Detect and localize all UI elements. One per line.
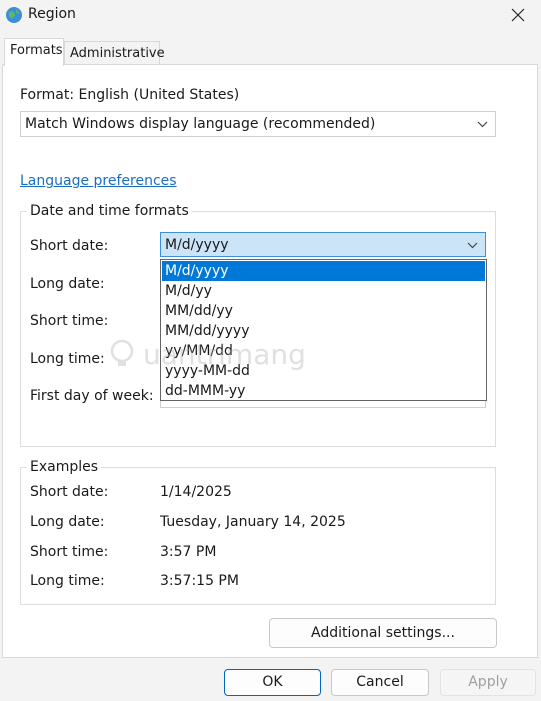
example-long-time-label: Long time: — [30, 573, 105, 589]
dropdown-option[interactable]: yy/MM/dd — [162, 341, 485, 361]
examples-group-title: Examples — [27, 459, 102, 475]
datetime-group-title: Date and time formats — [27, 203, 192, 219]
ok-button[interactable]: OK — [224, 669, 321, 696]
tab-formats[interactable]: Formats — [4, 38, 64, 66]
long-date-label: Long date: — [30, 276, 105, 292]
short-date-label: Short date: — [30, 238, 109, 254]
first-day-label: First day of week: — [30, 388, 154, 404]
dropdown-option[interactable]: MM/dd/yyyy — [162, 321, 485, 341]
dropdown-option[interactable]: MM/dd/yy — [162, 301, 485, 321]
chevron-down-icon — [477, 121, 488, 128]
language-preferences-link[interactable]: Language preferences — [20, 173, 177, 189]
dropdown-option[interactable]: M/d/yyyy — [162, 261, 485, 281]
format-select[interactable]: Match Windows display language (recommen… — [20, 111, 496, 137]
window-title: Region — [28, 6, 76, 22]
example-long-time-value: 3:57:15 PM — [160, 573, 239, 589]
title-bar: Region — [0, 0, 541, 32]
example-long-date-label: Long date: — [30, 514, 105, 530]
dropdown-option[interactable]: dd-MMM-yy — [162, 381, 485, 401]
short-date-select[interactable]: M/d/yyyy — [160, 232, 486, 257]
dropdown-option[interactable]: M/d/yy — [162, 281, 485, 301]
apply-button[interactable]: Apply — [440, 669, 536, 696]
example-short-time-value: 3:57 PM — [160, 544, 217, 560]
additional-settings-button[interactable]: Additional settings... — [269, 618, 497, 648]
cancel-button[interactable]: Cancel — [331, 669, 429, 696]
example-long-date-value: Tuesday, January 14, 2025 — [160, 514, 346, 530]
tab-administrative[interactable]: Administrative — [64, 41, 165, 65]
example-short-date-label: Short date: — [30, 484, 109, 500]
tab-bar: Formats Administrative — [0, 36, 541, 66]
short-time-label: Short time: — [30, 313, 109, 329]
tab-administrative-label: Administrative — [70, 46, 165, 61]
example-short-date-value: 1/14/2025 — [160, 484, 232, 500]
close-icon — [511, 8, 525, 22]
tab-formats-label: Formats — [10, 43, 63, 58]
format-label: Format: English (United States) — [20, 87, 240, 103]
long-time-label: Long time: — [30, 351, 105, 367]
short-date-dropdown: M/d/yyyy M/d/yy MM/dd/yy MM/dd/yyyy yy/M… — [160, 259, 487, 401]
short-date-select-value: M/d/yyyy — [165, 237, 229, 253]
example-short-time-label: Short time: — [30, 544, 109, 560]
format-select-value: Match Windows display language (recommen… — [25, 116, 376, 132]
globe-icon — [6, 7, 22, 23]
chevron-down-icon — [467, 242, 478, 249]
dropdown-option[interactable]: yyyy-MM-dd — [162, 361, 485, 381]
close-button[interactable] — [495, 0, 541, 32]
